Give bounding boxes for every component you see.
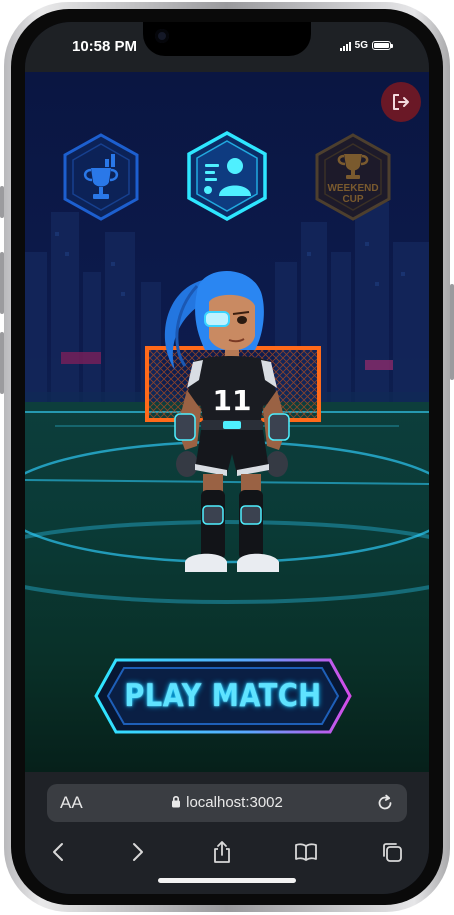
dynamic-island [143, 22, 311, 56]
play-match-button[interactable]: PLAY MATCH [92, 656, 354, 736]
profile-badge[interactable] [185, 130, 269, 222]
network-label: 5G [354, 40, 368, 51]
leaderboard-badge[interactable] [61, 132, 141, 222]
status-time: 10:58 PM [72, 38, 138, 55]
back-chevron-icon [53, 843, 63, 861]
bookmarks-button[interactable] [291, 838, 321, 866]
player-character[interactable]: 11 [145, 250, 315, 605]
screen: 10:58 PM 5G 11 WEEKEND CUP PLAY MATCH AA… [25, 22, 429, 894]
volume-down-button [0, 332, 4, 394]
share-button[interactable] [207, 838, 237, 866]
logout-icon [393, 94, 409, 110]
lock-icon [172, 796, 181, 808]
browser-toolbar: AA localhost:3002 [25, 772, 429, 894]
exit-button[interactable] [381, 82, 421, 122]
bookmarks-icon [295, 843, 317, 861]
url-text: localhost:3002 [186, 794, 283, 811]
status-indicators: 5G [339, 40, 393, 51]
game-canvas[interactable]: 11 WEEKEND CUP PLAY MATCH [25, 72, 429, 772]
weekend-cup-label-line2: CUP [342, 194, 363, 205]
forward-chevron-icon [133, 843, 143, 861]
tabs-icon [383, 843, 402, 862]
battery-icon [372, 41, 393, 50]
address-bar[interactable]: AA localhost:3002 [47, 784, 407, 822]
url-display[interactable]: localhost:3002 [47, 794, 407, 811]
action-button [0, 186, 4, 218]
jersey-number: 11 [213, 384, 252, 417]
back-button[interactable] [43, 838, 73, 866]
front-camera [155, 29, 169, 43]
forward-button[interactable] [123, 838, 153, 866]
power-button [450, 284, 454, 380]
signal-icon [339, 41, 351, 51]
browser-nav-bar [25, 832, 429, 872]
weekend-cup-label-line1: WEEKEND [327, 183, 378, 194]
share-icon [214, 841, 230, 863]
play-match-label: PLAY MATCH [124, 678, 322, 714]
status-bar: 10:58 PM 5G [25, 22, 429, 72]
volume-up-button [0, 252, 4, 314]
home-indicator[interactable] [158, 878, 296, 883]
tabs-button[interactable] [377, 838, 407, 866]
reload-icon[interactable] [375, 793, 395, 813]
weekend-cup-badge[interactable]: WEEKEND CUP [313, 132, 393, 222]
